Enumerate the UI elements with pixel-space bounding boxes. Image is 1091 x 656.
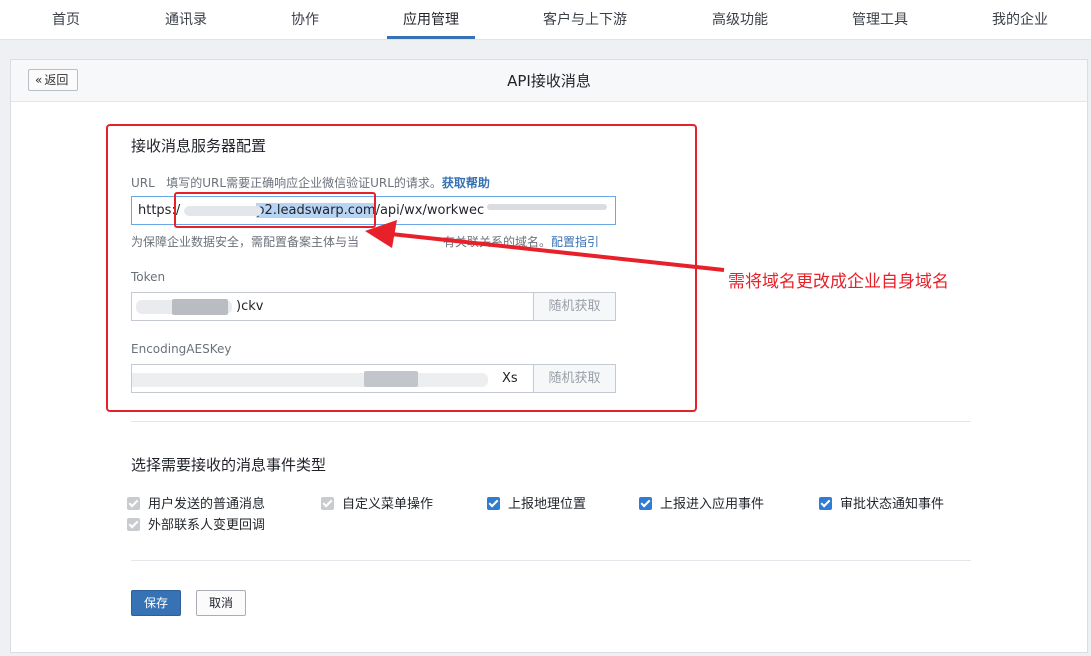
event-checkbox-approval-status[interactable]: 审批状态通知事件 <box>819 493 944 512</box>
page-title: API接收消息 <box>507 72 591 90</box>
event-checkbox-external-contact[interactable]: 外部联系人变更回调 <box>127 514 265 533</box>
save-button[interactable]: 保存 <box>131 590 181 616</box>
back-button[interactable]: «返回 <box>28 69 78 91</box>
event-label: 自定义菜单操作 <box>342 497 434 512</box>
back-button-label: 返回 <box>44 73 69 87</box>
checkbox-checked-icon <box>819 497 832 510</box>
nav-item-management-tools[interactable]: 管理工具 <box>852 0 908 40</box>
nav-item-home[interactable]: 首页 <box>52 0 80 40</box>
active-tab-indicator <box>387 36 475 39</box>
checkbox-checked-icon <box>639 497 652 510</box>
highlight-box-domain <box>174 192 376 228</box>
nav-item-my-enterprise[interactable]: 我的企业 <box>992 0 1048 40</box>
main-panel: API接收消息 «返回 接收消息服务器配置 URL 填写的URL需要正确响应企业… <box>10 59 1088 653</box>
checkbox-checked-icon <box>127 497 140 510</box>
event-label: 上报地理位置 <box>508 497 587 512</box>
nav-item-customers-partners[interactable]: 客户与上下游 <box>543 0 627 40</box>
nav-item-collaboration[interactable]: 协作 <box>291 0 319 40</box>
event-checkbox-report-location[interactable]: 上报地理位置 <box>487 493 586 512</box>
event-label: 上报进入应用事件 <box>660 497 765 512</box>
checkbox-checked-icon <box>127 518 140 531</box>
events-title: 选择需要接收的消息事件类型 <box>131 456 327 474</box>
event-checkbox-user-message[interactable]: 用户发送的普通消息 <box>127 493 265 512</box>
annotation-arrow-icon <box>365 220 725 272</box>
panel-header: API接收消息 «返回 <box>11 60 1087 102</box>
section-divider <box>131 560 971 561</box>
checkbox-checked-icon <box>487 497 500 510</box>
section-divider <box>131 421 971 422</box>
event-label: 用户发送的普通消息 <box>148 497 266 512</box>
event-checkbox-enter-app[interactable]: 上报进入应用事件 <box>639 493 764 512</box>
event-checkbox-custom-menu[interactable]: 自定义菜单操作 <box>321 493 433 512</box>
annotation-text: 需将域名更改成企业自身域名 <box>728 272 949 292</box>
double-chevron-left-icon: « <box>35 73 43 87</box>
nav-item-app-management[interactable]: 应用管理 <box>403 0 459 40</box>
event-label: 外部联系人变更回调 <box>148 518 266 533</box>
top-navigation: 首页 通讯录 协作 应用管理 客户与上下游 高级功能 管理工具 我的企业 <box>0 0 1091 40</box>
cancel-button[interactable]: 取消 <box>196 590 246 616</box>
checkbox-checked-icon <box>321 497 334 510</box>
nav-item-advanced-features[interactable]: 高级功能 <box>712 0 768 40</box>
nav-item-contacts[interactable]: 通讯录 <box>165 0 207 40</box>
event-label: 审批状态通知事件 <box>840 497 945 512</box>
